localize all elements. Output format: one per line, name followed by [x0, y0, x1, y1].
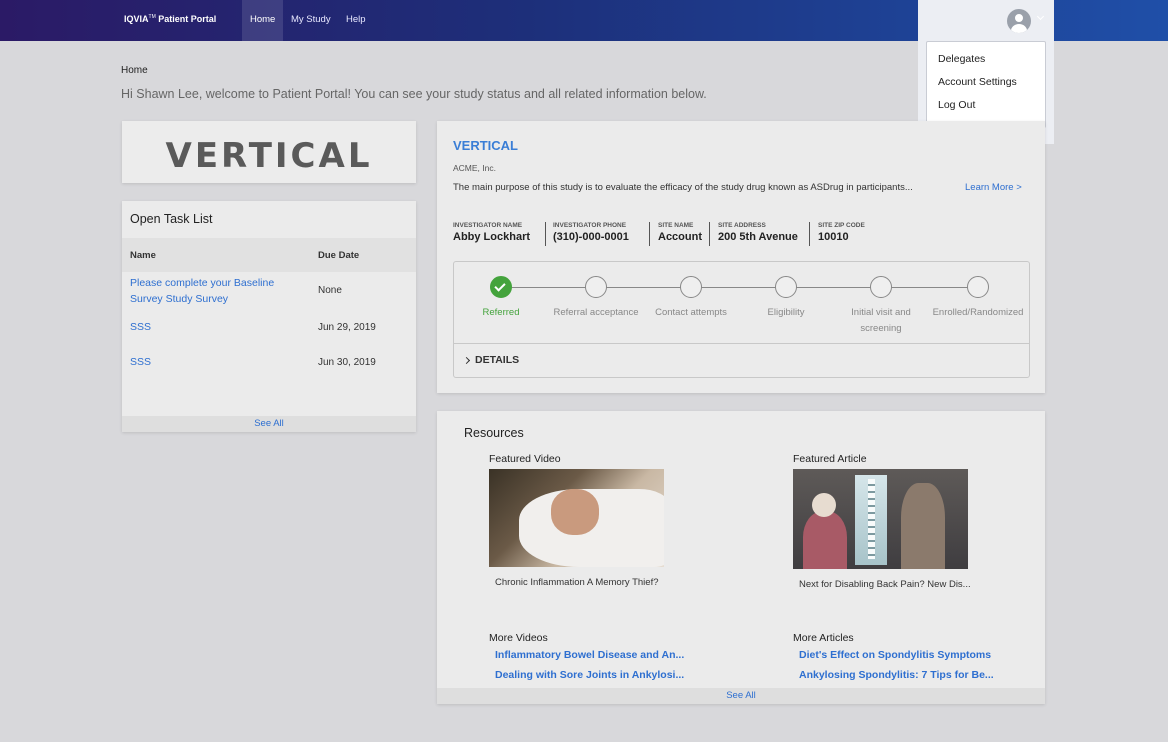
step-label-contact-attempts: Contact attempts [655, 307, 727, 318]
more-video-link[interactable]: Inflammatory Bowel Disease and An... [495, 649, 684, 661]
step-label-enrolled: Enrolled/Randomized [932, 307, 1024, 318]
column-header-name: Name [130, 250, 156, 261]
tasks-see-all-link[interactable]: See All [122, 416, 416, 432]
thumbnail-spine [868, 479, 875, 559]
progress-line [502, 287, 980, 288]
more-video-link[interactable]: Dealing with Sore Joints in Ankylosi... [495, 669, 684, 681]
task-due-date: Jun 30, 2019 [318, 357, 376, 368]
open-task-list-card: Open Task List Name Due Date Please comp… [122, 201, 416, 432]
thumbnail-person [551, 489, 599, 535]
info-divider [709, 222, 710, 246]
welcome-message: Hi Shawn Lee, welcome to Patient Portal!… [121, 87, 707, 101]
info-site-address: SITE ADDRESS 200 5th Avenue [718, 222, 798, 243]
nav-home[interactable]: Home [242, 0, 284, 41]
info-value: Account [658, 231, 702, 243]
study-logo-card: VERTICAL [122, 121, 416, 183]
task-link[interactable]: Please complete your Baseline Survey Stu… [130, 275, 300, 307]
featured-article-thumbnail[interactable] [793, 469, 968, 569]
step-pending-circle-icon [585, 276, 607, 298]
info-value: (310)-000-0001 [553, 231, 629, 243]
step-label-referred: Referred [482, 307, 520, 318]
info-divider [809, 222, 810, 246]
study-overview-card: VERTICAL ACME, Inc. The main purpose of … [437, 121, 1045, 393]
brand-suffix: Patient Portal [155, 14, 217, 24]
info-investigator-phone: INVESTIGATOR PHONE (310)-000-0001 [553, 222, 629, 243]
info-value: Abby Lockhart [453, 231, 531, 243]
featured-video-thumbnail[interactable] [489, 469, 664, 567]
thumbnail-patient [803, 511, 847, 569]
task-link[interactable]: SSS [130, 354, 300, 370]
info-label: SITE ADDRESS [718, 222, 766, 229]
menu-item-account-settings[interactable]: Account Settings [938, 76, 1017, 88]
study-title: VERTICAL [453, 138, 518, 153]
thumbnail-doctor [901, 483, 945, 569]
study-purpose: The main purpose of this study is to eva… [453, 182, 913, 193]
task-list-title: Open Task List [130, 212, 213, 226]
learn-more-link[interactable]: Learn More > [965, 182, 1022, 193]
study-progress-tracker: Referred Referral acceptance Contact att… [453, 261, 1030, 378]
details-label: DETAILS [475, 354, 520, 366]
study-sponsor: ACME, Inc. [453, 163, 496, 173]
task-link[interactable]: SSS [130, 319, 300, 335]
portal-brand[interactable]: IQVIATM Patient Portal [124, 14, 216, 24]
featured-article-caption[interactable]: Next for Disabling Back Pain? New Dis... [799, 579, 971, 590]
user-avatar-icon[interactable] [1007, 9, 1031, 33]
details-toggle[interactable]: DETAILS [454, 343, 1029, 377]
task-due-date: None [318, 285, 342, 296]
info-value: 200 5th Avenue [718, 231, 798, 243]
resources-see-all-link[interactable]: See All [437, 688, 1045, 704]
info-label: SITE ZIP CODE [818, 222, 865, 229]
more-articles-heading: More Articles [793, 632, 854, 644]
step-label-eligibility: Eligibility [767, 307, 805, 318]
resources-title: Resources [464, 426, 524, 440]
task-due-date: Jun 29, 2019 [318, 322, 376, 333]
account-dropdown-menu: Delegates Account Settings Log Out [926, 41, 1046, 128]
step-label-initial-visit: Initial visit and screening [851, 307, 911, 334]
info-label: INVESTIGATOR PHONE [553, 222, 627, 229]
resources-card: Resources Featured Video Chronic Inflamm… [437, 411, 1045, 704]
step-label-referral-acceptance: Referral acceptance [553, 307, 639, 318]
more-videos-heading: More Videos [489, 632, 548, 644]
study-logo: VERTICAL [165, 136, 373, 176]
step-pending-circle-icon [775, 276, 797, 298]
brand-trademark: TM [148, 14, 156, 20]
step-pending-circle-icon [680, 276, 702, 298]
step-pending-circle-icon [967, 276, 989, 298]
info-site-name: SITE NAME Account [658, 222, 702, 243]
featured-video-heading: Featured Video [489, 453, 561, 465]
info-value: 10010 [818, 231, 849, 243]
more-article-link[interactable]: Ankylosing Spondylitis: 7 Tips for Be... [799, 669, 994, 681]
column-header-due-date: Due Date [318, 250, 360, 261]
info-site-zip: SITE ZIP CODE 10010 [818, 222, 865, 243]
thumbnail-patient-head [812, 493, 836, 517]
featured-video-caption[interactable]: Chronic Inflammation A Memory Thief? [495, 577, 659, 588]
chevron-right-icon [462, 356, 471, 365]
task-table-header: Name Due Date [122, 238, 416, 272]
info-investigator-name: INVESTIGATOR NAME Abby Lockhart [453, 222, 530, 243]
breadcrumb[interactable]: Home [121, 65, 148, 76]
info-divider [649, 222, 650, 246]
step-complete-check-icon [490, 276, 512, 298]
brand-name: IQVIA [124, 14, 149, 24]
more-article-link[interactable]: Diet's Effect on Spondylitis Symptoms [799, 649, 991, 661]
featured-article-heading: Featured Article [793, 453, 867, 465]
step-pending-circle-icon [870, 276, 892, 298]
nav-help[interactable]: Help [338, 0, 374, 41]
info-label: INVESTIGATOR NAME [453, 222, 523, 229]
info-divider [545, 222, 546, 246]
menu-item-log-out[interactable]: Log Out [938, 99, 975, 111]
nav-my-study[interactable]: My Study [283, 0, 339, 41]
menu-item-delegates[interactable]: Delegates [938, 53, 985, 65]
info-label: SITE NAME [658, 222, 694, 229]
